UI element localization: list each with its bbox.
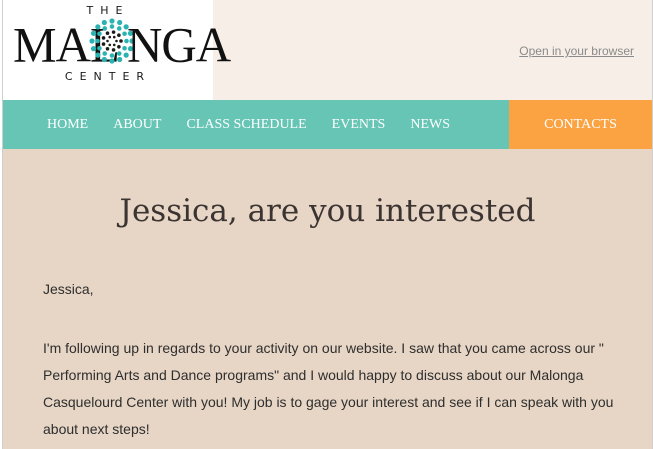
logo-dot [116,26,122,31]
logo-dot [117,44,121,49]
logo-dot [109,24,115,29]
logo-dot [112,43,116,47]
logo-dot [95,38,100,44]
logo-dot [116,51,122,56]
logo-dot [89,38,95,44]
logo-dot [101,42,106,46]
logo-dot [111,48,116,52]
logo-dot [105,31,110,36]
logo-dot [111,30,116,34]
nav-item-events[interactable]: EVENTS [332,117,386,133]
logo-the-text: THE [86,4,130,17]
open-in-browser-link[interactable]: Open in your browser [519,44,634,58]
logo-dot [97,45,102,51]
logo-dot [108,43,112,47]
nav-item-news[interactable]: NEWS [410,117,450,133]
nav-item-contacts[interactable]: CONTACTS [509,100,652,149]
message-paragraph: I'm following up in regards to your acti… [43,340,614,437]
logo-dot [112,35,116,39]
logo-dot [102,51,108,56]
logo-right-word: NGA [127,16,231,73]
logo-dot [90,30,97,36]
main-navigation: HOME ABOUT CLASS SCHEDULE EVENTS NEWS CO… [3,100,652,149]
logo-dot [115,39,118,43]
logo-dot [119,39,123,43]
nav-items: HOME ABOUT CLASS SCHEDULE EVENTS NEWS [47,100,475,149]
logo-dot [101,56,107,63]
logo-dot [117,33,121,38]
logo-dot [109,18,115,24]
logo-dot [102,26,108,31]
logo-dot [101,36,106,40]
nav-item-home[interactable]: HOME [47,117,88,133]
logo-dot [109,58,115,64]
greeting-text: Jessica, [43,281,94,297]
email-body: Jessica, are you interested Jessica, I'm… [3,149,652,449]
logo-dot [117,19,123,26]
logo-dot [95,24,101,30]
nav-item-class-schedule[interactable]: CLASS SCHEDULE [186,117,306,133]
logo-dot [95,52,101,58]
logo-dot [117,56,123,63]
logo-center-text: CENTER [64,70,152,83]
logo-dot [109,53,115,58]
logo-dot [105,46,110,51]
logo-dot [108,35,112,39]
logo-dot [90,46,97,52]
logo-dot [106,39,109,43]
logo-dot [101,19,107,26]
email-frame: THE MAL NGA CENTER Open in your browser … [2,0,653,449]
malonga-center-logo[interactable]: THE MAL NGA CENTER [3,0,231,100]
nav-item-about[interactable]: ABOUT [113,117,161,133]
email-header: THE MAL NGA CENTER Open in your browser [3,0,652,100]
page-title: Jessica, are you interested [119,193,536,229]
logo-dot [97,31,102,37]
